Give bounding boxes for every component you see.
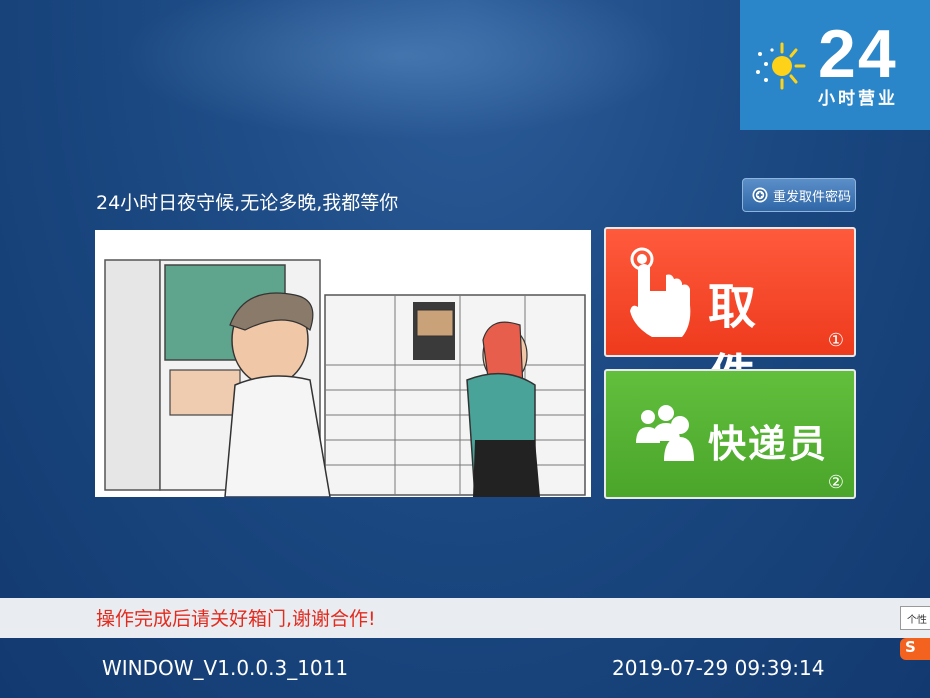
pickup-button[interactable]: 取 件 ① [604, 227, 856, 405]
ime-icon[interactable]: S [900, 638, 930, 660]
ime-tooltip: 个性 [900, 606, 930, 630]
search-plus-icon [752, 187, 768, 203]
notice-bar: 操作完成后请关好箱门,谢谢合作! [0, 598, 930, 638]
users-icon [636, 405, 694, 461]
slogan-text: 24小时日夜守候,无论多晚,我都等你 [96, 192, 399, 214]
logo-text: 小时营业 [818, 89, 898, 109]
pickup-number: ① [827, 330, 844, 351]
notice-text: 操作完成后请关好箱门,谢谢合作! [96, 608, 376, 630]
courier-button[interactable]: 快递员 ② [604, 369, 856, 499]
background-sheen [120, 0, 680, 140]
resend-password-button[interactable]: 重发取件密码 [742, 178, 856, 212]
resend-password-label: 重发取件密码 [773, 189, 852, 205]
courier-number: ② [827, 472, 844, 493]
logo-number: 24 [818, 16, 898, 92]
sun-moon-icon [756, 42, 806, 90]
courier-label: 快递员 [708, 422, 829, 466]
hand-tap-icon [630, 247, 691, 337]
datetime-text: 2019-07-29 09:39:14 [612, 656, 825, 680]
locker-illustration [95, 230, 591, 497]
version-text: WINDOW_V1.0.0.3_1011 [102, 656, 349, 680]
